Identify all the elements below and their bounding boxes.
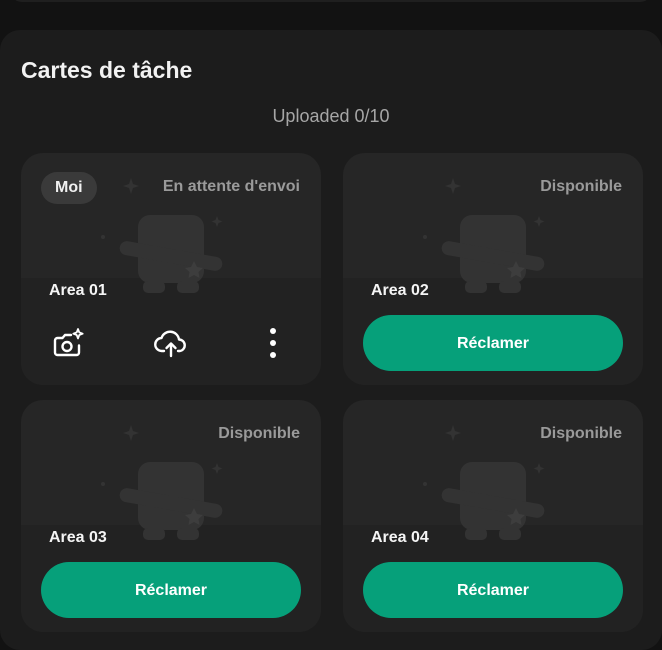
- card-status: Disponible: [218, 425, 300, 442]
- claim-button[interactable]: Réclamer: [363, 562, 623, 618]
- more-vertical-icon: [270, 328, 276, 358]
- more-options-button[interactable]: [253, 323, 293, 363]
- previous-section-edge: [10, 0, 652, 2]
- claim-button[interactable]: Réclamer: [41, 562, 301, 618]
- area-label: Area 02: [371, 282, 429, 299]
- camera-sparkle-icon: [53, 328, 84, 357]
- upload-progress: Uploaded 0/10: [272, 106, 390, 126]
- camera-sparkle-button[interactable]: [49, 323, 89, 363]
- area-label: Area 03: [49, 529, 107, 546]
- owner-badge: Moi: [41, 172, 97, 204]
- card-status: En attente d'envoi: [162, 178, 300, 195]
- task-card-area-01[interactable]: Moi En attente d'envoi Area 01: [21, 153, 321, 385]
- claim-button[interactable]: Réclamer: [363, 315, 623, 371]
- task-card-area-02[interactable]: Disponible Area 02 Réclamer: [343, 153, 643, 385]
- card-status: Disponible: [540, 178, 622, 195]
- cloud-upload-icon: [154, 330, 186, 358]
- area-label: Area 04: [371, 529, 429, 546]
- card-status: Disponible: [540, 425, 622, 442]
- task-card-area-04[interactable]: Disponible Area 04 Réclamer: [343, 400, 643, 632]
- task-card-area-03[interactable]: Disponible Area 03 Réclamer: [21, 400, 321, 632]
- page-title: Cartes de tâche: [21, 57, 193, 83]
- cloud-upload-button[interactable]: [151, 323, 191, 363]
- area-label: Area 01: [49, 282, 107, 299]
